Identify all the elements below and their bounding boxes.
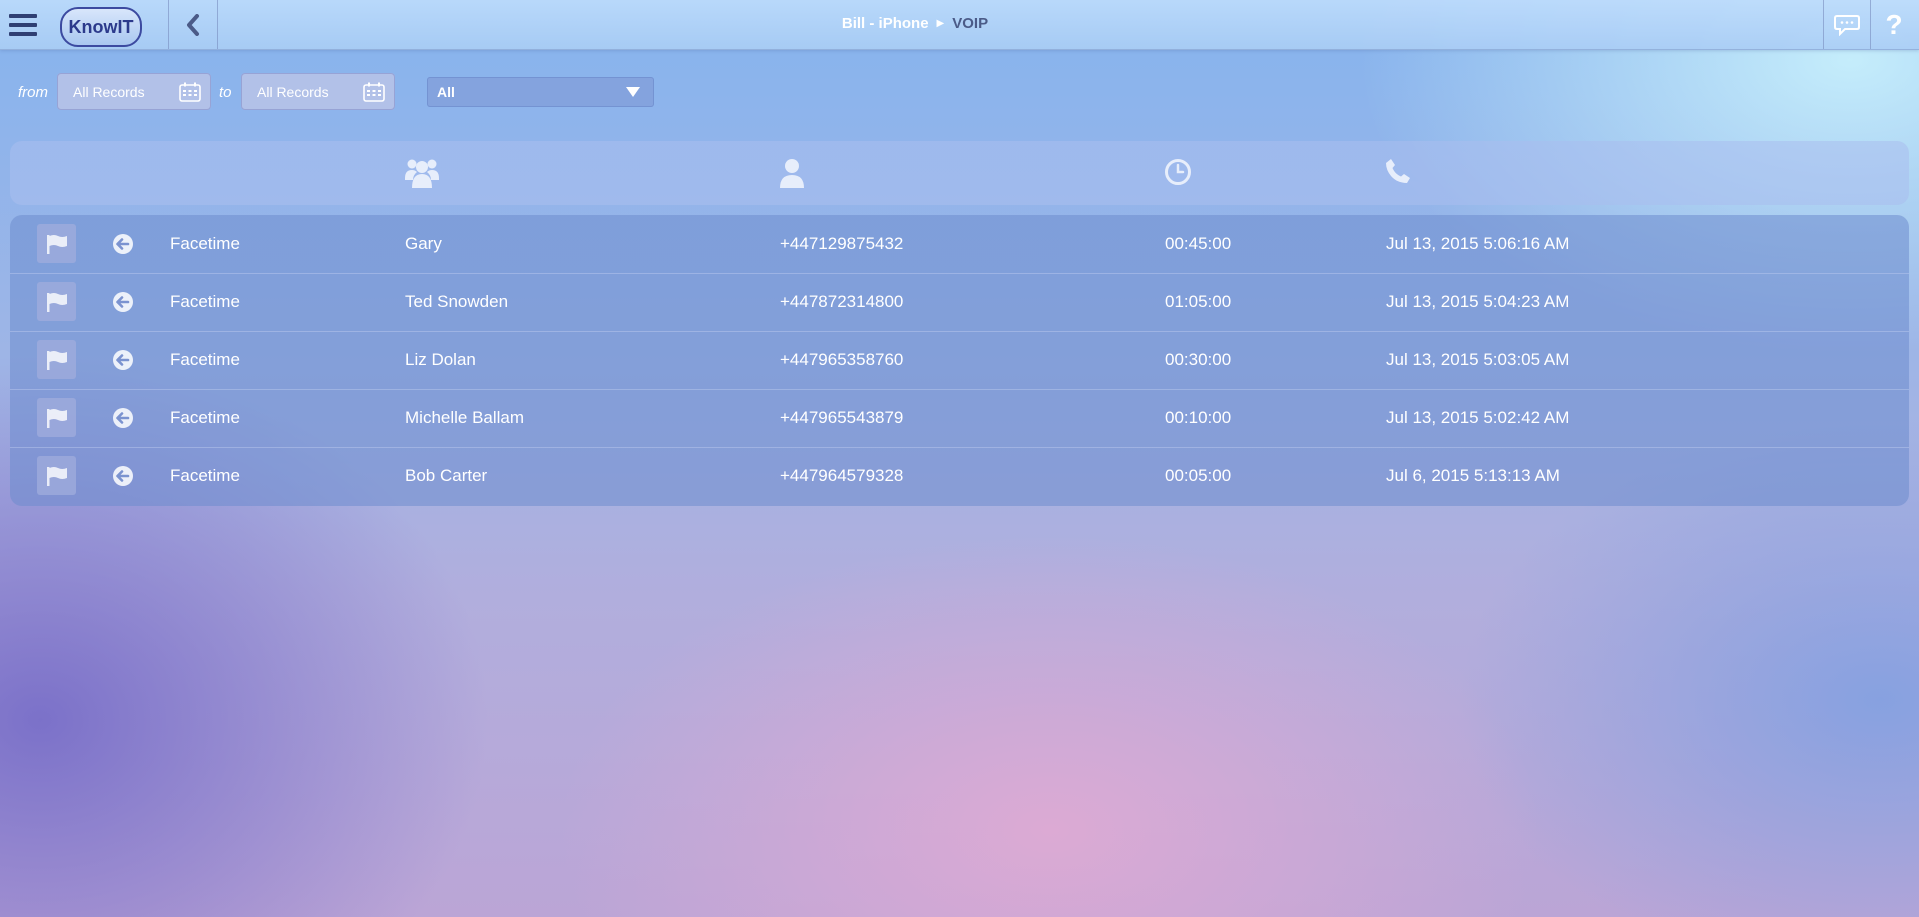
- phone-number: +447964579328: [780, 466, 904, 485]
- help-icon: ?: [1885, 8, 1903, 40]
- call-date: Jul 13, 2015 5:03:05 AM: [1386, 350, 1570, 369]
- contact-name: Liz Dolan: [405, 350, 476, 369]
- type-filter-value: All: [437, 84, 455, 100]
- phone-number: +447129875432: [780, 234, 904, 253]
- from-date-value: All Records: [73, 83, 145, 100]
- contacts-icon[interactable]: [405, 158, 439, 188]
- phone-icon[interactable]: [1385, 158, 1411, 184]
- flag-button[interactable]: [37, 340, 76, 379]
- flag-icon: [46, 234, 67, 254]
- table-row[interactable]: Facetime Bob Carter +447964579328 00:05:…: [10, 447, 1909, 505]
- call-duration: 00:05:00: [1165, 466, 1232, 485]
- call-date: Jul 13, 2015 5:04:23 AM: [1386, 292, 1570, 311]
- caret-right-icon: ▶: [936, 18, 945, 29]
- user-icon[interactable]: [779, 158, 805, 188]
- help-button[interactable]: ?: [1871, 0, 1917, 49]
- call-duration: 00:30:00: [1165, 350, 1232, 369]
- incoming-arrow-icon: [113, 408, 133, 428]
- breadcrumb: Bill - iPhone ▶ VOIP: [0, 15, 1830, 32]
- from-date-field[interactable]: All Records: [57, 73, 211, 110]
- chat-icon: [1834, 14, 1860, 36]
- flag-icon: [46, 292, 67, 312]
- breadcrumb-device[interactable]: Bill - iPhone: [842, 15, 929, 32]
- phone-number: +447965358760: [780, 350, 904, 369]
- call-date: Jul 13, 2015 5:02:42 AM: [1386, 408, 1570, 427]
- to-date-field[interactable]: All Records: [241, 73, 395, 110]
- dropdown-caret-icon: [626, 87, 640, 97]
- chat-button[interactable]: [1824, 0, 1870, 49]
- call-log-table: Facetime Gary +447129875432 00:45:00 Jul…: [10, 215, 1909, 506]
- incoming-arrow-icon: [113, 292, 133, 312]
- flag-button[interactable]: [37, 398, 76, 437]
- top-bar: KnowIT Bill - iPhone ▶ VOIP ?: [0, 0, 1919, 50]
- call-type: Facetime: [170, 466, 240, 485]
- contact-name: Bob Carter: [405, 466, 488, 485]
- call-duration: 00:10:00: [1165, 408, 1232, 427]
- phone-number: +447872314800: [780, 292, 904, 311]
- table-row[interactable]: Facetime Ted Snowden +447872314800 01:05…: [10, 273, 1909, 332]
- calendar-icon[interactable]: [363, 82, 385, 102]
- call-duration: 00:45:00: [1165, 234, 1232, 253]
- flag-button[interactable]: [37, 282, 76, 321]
- to-date-value: All Records: [257, 83, 329, 100]
- flag-icon: [46, 466, 67, 486]
- table-row[interactable]: Facetime Michelle Ballam +447965543879 0…: [10, 389, 1909, 448]
- incoming-arrow-icon: [113, 234, 133, 254]
- phone-number: +447965543879: [780, 408, 904, 427]
- call-type: Facetime: [170, 408, 240, 427]
- clock-icon[interactable]: [1164, 158, 1192, 186]
- contact-name: Michelle Ballam: [405, 408, 525, 427]
- flag-button[interactable]: [37, 456, 76, 495]
- calendar-icon[interactable]: [179, 82, 201, 102]
- call-duration: 01:05:00: [1165, 292, 1232, 311]
- contact-name: Ted Snowden: [405, 292, 509, 311]
- call-type: Facetime: [170, 292, 240, 311]
- from-label: from: [18, 84, 48, 101]
- table-row[interactable]: Facetime Liz Dolan +447965358760 00:30:0…: [10, 331, 1909, 390]
- call-type: Facetime: [170, 350, 240, 369]
- call-date: Jul 13, 2015 5:06:16 AM: [1386, 234, 1570, 253]
- table-row[interactable]: Facetime Gary +447129875432 00:45:00 Jul…: [10, 215, 1909, 274]
- type-filter-select[interactable]: All: [427, 77, 654, 107]
- breadcrumb-current: VOIP: [952, 15, 989, 32]
- call-date: Jul 6, 2015 5:13:13 AM: [1386, 466, 1560, 485]
- incoming-arrow-icon: [113, 466, 133, 486]
- flag-icon: [46, 408, 67, 428]
- incoming-arrow-icon: [113, 350, 133, 370]
- table-header: [10, 141, 1909, 205]
- to-label: to: [219, 84, 232, 101]
- call-type: Facetime: [170, 234, 240, 253]
- flag-icon: [46, 350, 67, 370]
- flag-button[interactable]: [37, 224, 76, 263]
- contact-name: Gary: [405, 234, 442, 253]
